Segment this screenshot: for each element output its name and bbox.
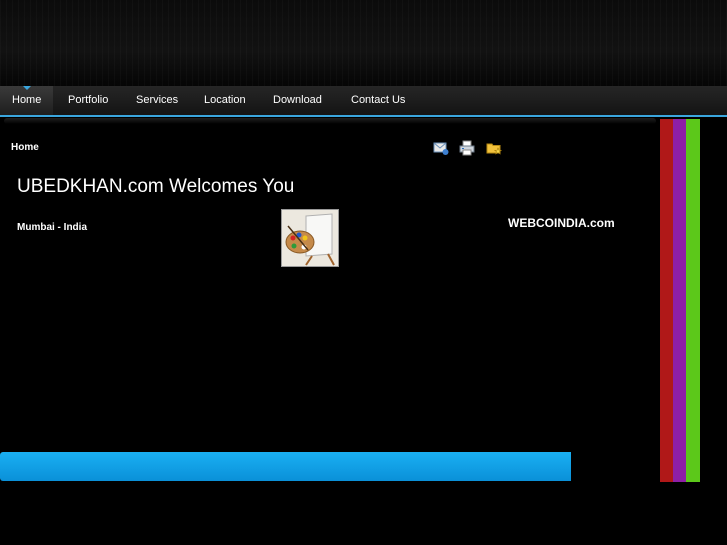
nav-label: Contact Us (351, 94, 406, 106)
location-subtitle: Mumbai - India (17, 222, 87, 233)
main-navigation: Home Portfolio Services Location Downloa… (0, 86, 727, 117)
footer-bar (0, 452, 571, 481)
art-easel-image (281, 209, 339, 267)
nav-label: Portfolio (68, 94, 109, 106)
nav-label: Download (273, 94, 322, 106)
nav-label: Services (136, 94, 179, 106)
active-indicator-icon (22, 86, 31, 90)
nav-item-home[interactable]: Home (0, 86, 54, 115)
print-icon[interactable] (459, 140, 475, 156)
nav-label: Location (204, 94, 246, 106)
decorative-stripe-purple (673, 119, 686, 482)
nav-item-location[interactable]: Location (204, 86, 246, 115)
bookmark-folder-icon[interactable] (486, 140, 503, 156)
email-icon[interactable] (433, 140, 449, 156)
page-tools (433, 140, 508, 158)
brand-name[interactable]: WEBCOINDIA.com (508, 216, 615, 230)
header-banner (0, 0, 727, 86)
decorative-stripe-red (660, 119, 673, 482)
nav-item-contact-us[interactable]: Contact Us (351, 86, 405, 115)
decorative-stripe-green (686, 119, 700, 482)
nav-label: Home (12, 94, 42, 106)
nav-item-services[interactable]: Services (136, 86, 178, 115)
content-top-edge (4, 118, 656, 124)
nav-item-download[interactable]: Download (273, 86, 322, 115)
breadcrumb: Home (11, 142, 39, 153)
page-title: UBEDKHAN.com Welcomes You (17, 176, 295, 197)
nav-item-portfolio[interactable]: Portfolio (68, 86, 108, 115)
